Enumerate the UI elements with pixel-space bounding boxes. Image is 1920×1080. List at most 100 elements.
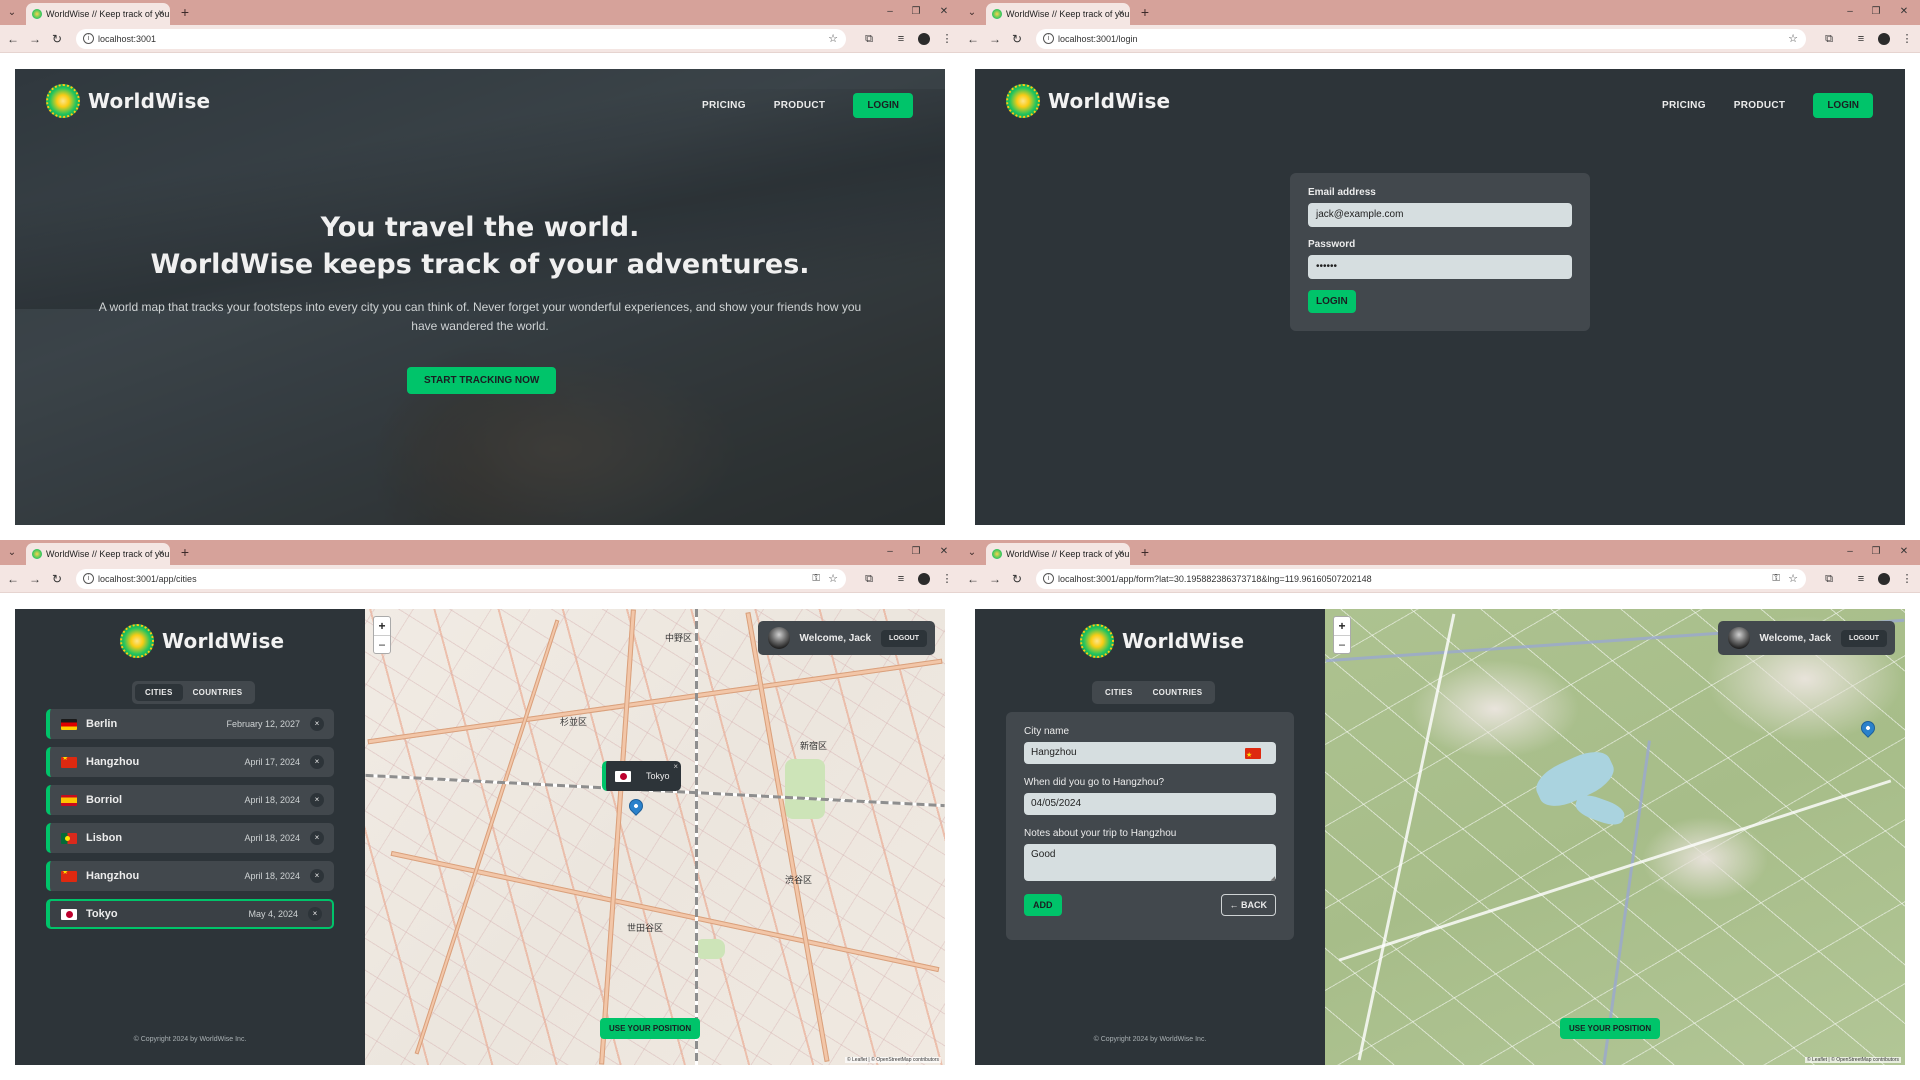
tab-close-icon[interactable]: ×: [158, 543, 164, 565]
media-icon[interactable]: ≡: [892, 570, 910, 588]
popup-close-icon[interactable]: ×: [673, 762, 678, 771]
new-tab-button[interactable]: +: [176, 543, 194, 561]
reload-icon[interactable]: ↻: [48, 30, 66, 48]
tab-search-icon[interactable]: ⌄: [4, 5, 20, 21]
menu-kebab-icon[interactable]: ⋮: [1898, 30, 1916, 48]
delete-city-button[interactable]: ×: [310, 755, 324, 769]
bookmark-star-icon[interactable]: ☆: [1788, 569, 1798, 589]
delete-city-button[interactable]: ×: [310, 869, 324, 883]
start-tracking-button[interactable]: START TRACKING NOW: [407, 367, 557, 394]
nav-product-link[interactable]: PRODUCT: [1734, 100, 1786, 111]
city-item[interactable]: Hangzhou April 17, 2024 ×: [46, 747, 334, 777]
password-key-icon[interactable]: ⚿: [812, 569, 820, 589]
zoom-in-button[interactable]: +: [1334, 617, 1350, 635]
browser-tab[interactable]: WorldWise // Keep track of you... ×: [986, 543, 1130, 565]
forward-arrow-icon[interactable]: →: [986, 30, 1004, 48]
address-bar[interactable]: i localhost:3001/app/form?lat=30.19588238…: [1036, 569, 1806, 589]
window-close-icon[interactable]: ✕: [1894, 3, 1914, 21]
tab-cities[interactable]: CITIES: [1095, 684, 1143, 701]
bookmark-star-icon[interactable]: ☆: [1788, 29, 1798, 49]
restore-icon[interactable]: ❐: [1866, 3, 1886, 21]
bookmark-star-icon[interactable]: ☆: [828, 29, 838, 49]
tab-close-icon[interactable]: ×: [1118, 3, 1124, 25]
city-name-field[interactable]: Hangzhou: [1024, 742, 1276, 764]
reload-icon[interactable]: ↻: [1008, 30, 1026, 48]
password-key-icon[interactable]: ⚿: [1772, 569, 1780, 589]
back-button[interactable]: ← BACK: [1220, 894, 1276, 916]
use-position-button[interactable]: USE YOUR POSITION: [1560, 1018, 1661, 1039]
back-arrow-icon[interactable]: ←: [964, 30, 982, 48]
forward-arrow-icon[interactable]: →: [986, 570, 1004, 588]
tab-close-icon[interactable]: ×: [1118, 543, 1124, 565]
city-popup[interactable]: Tokyo ×: [602, 761, 681, 791]
menu-kebab-icon[interactable]: ⋮: [938, 570, 956, 588]
window-close-icon[interactable]: ✕: [934, 543, 954, 561]
zoom-in-button[interactable]: +: [374, 617, 390, 635]
tab-search-icon[interactable]: ⌄: [964, 545, 980, 561]
address-bar[interactable]: i localhost:3001 ☆: [76, 29, 846, 49]
window-close-icon[interactable]: ✕: [934, 3, 954, 21]
extensions-icon[interactable]: ⧉: [860, 30, 878, 48]
profile-icon[interactable]: [918, 33, 930, 45]
address-bar[interactable]: i localhost:3001/login ☆: [1036, 29, 1806, 49]
minimize-icon[interactable]: –: [880, 3, 900, 21]
address-bar[interactable]: i localhost:3001/app/cities ⚿ ☆: [76, 569, 846, 589]
profile-icon[interactable]: [1878, 33, 1890, 45]
minimize-icon[interactable]: –: [880, 543, 900, 561]
media-icon[interactable]: ≡: [1852, 30, 1870, 48]
logo[interactable]: WorldWise: [1080, 624, 1244, 658]
nav-login-button[interactable]: LOGIN: [1813, 93, 1873, 118]
logout-button[interactable]: LOGOUT: [1841, 629, 1887, 647]
bookmark-star-icon[interactable]: ☆: [828, 569, 838, 589]
delete-city-button[interactable]: ×: [308, 907, 322, 921]
city-item-active[interactable]: Tokyo May 4, 2024 ×: [46, 899, 334, 929]
tab-countries[interactable]: COUNTRIES: [183, 684, 253, 701]
back-arrow-icon[interactable]: ←: [4, 30, 22, 48]
forward-arrow-icon[interactable]: →: [26, 30, 44, 48]
tab-close-icon[interactable]: ×: [158, 3, 164, 25]
delete-city-button[interactable]: ×: [310, 831, 324, 845]
media-icon[interactable]: ≡: [1852, 570, 1870, 588]
zoom-out-button[interactable]: −: [1334, 635, 1350, 653]
site-info-icon[interactable]: i: [1043, 33, 1054, 44]
login-submit-button[interactable]: LOGIN: [1308, 290, 1356, 313]
site-info-icon[interactable]: i: [83, 33, 94, 44]
email-field[interactable]: jack@example.com: [1308, 203, 1572, 227]
menu-kebab-icon[interactable]: ⋮: [938, 30, 956, 48]
city-item[interactable]: Hangzhou April 18, 2024 ×: [46, 861, 334, 891]
map-attribution[interactable]: © Leaflet | © OpenStreetMap contributors: [844, 1057, 941, 1063]
profile-icon[interactable]: [918, 573, 930, 585]
site-info-icon[interactable]: i: [83, 573, 94, 584]
extensions-icon[interactable]: ⧉: [1820, 30, 1838, 48]
map[interactable]: + − Welcome, Jack LOGOUT USE YOUR POSITIO…: [1325, 609, 1905, 1065]
add-button[interactable]: ADD: [1024, 894, 1062, 916]
password-field[interactable]: ••••••: [1308, 255, 1572, 279]
map-attribution[interactable]: © Leaflet | © OpenStreetMap contributors: [1804, 1057, 1901, 1063]
logo[interactable]: WorldWise: [46, 84, 210, 118]
new-tab-button[interactable]: +: [1136, 543, 1154, 561]
browser-tab[interactable]: WorldWise // Keep track of you... ×: [26, 543, 170, 565]
delete-city-button[interactable]: ×: [310, 793, 324, 807]
zoom-out-button[interactable]: −: [374, 635, 390, 653]
nav-pricing-link[interactable]: PRICING: [702, 100, 746, 111]
tab-search-icon[interactable]: ⌄: [964, 5, 980, 21]
site-info-icon[interactable]: i: [1043, 573, 1054, 584]
back-arrow-icon[interactable]: ←: [964, 570, 982, 588]
tab-cities[interactable]: CITIES: [135, 684, 183, 701]
new-tab-button[interactable]: +: [1136, 3, 1154, 21]
restore-icon[interactable]: ❐: [906, 3, 926, 21]
browser-tab[interactable]: WorldWise // Keep track of you... ×: [26, 3, 170, 25]
window-close-icon[interactable]: ✕: [1894, 543, 1914, 561]
city-item[interactable]: Lisbon April 18, 2024 ×: [46, 823, 334, 853]
menu-kebab-icon[interactable]: ⋮: [1898, 570, 1916, 588]
restore-icon[interactable]: ❐: [1866, 543, 1886, 561]
use-position-button[interactable]: USE YOUR POSITION: [600, 1018, 701, 1039]
nav-login-button[interactable]: LOGIN: [853, 93, 913, 118]
logo[interactable]: WorldWise: [120, 624, 284, 658]
map[interactable]: 中野区 杉並区 新宿区 渋谷区 世田谷区 + − Tokyo × Welcome, …: [365, 609, 945, 1065]
tab-countries[interactable]: COUNTRIES: [1143, 684, 1213, 701]
minimize-icon[interactable]: –: [1840, 3, 1860, 21]
minimize-icon[interactable]: –: [1840, 543, 1860, 561]
extensions-icon[interactable]: ⧉: [860, 570, 878, 588]
reload-icon[interactable]: ↻: [1008, 570, 1026, 588]
